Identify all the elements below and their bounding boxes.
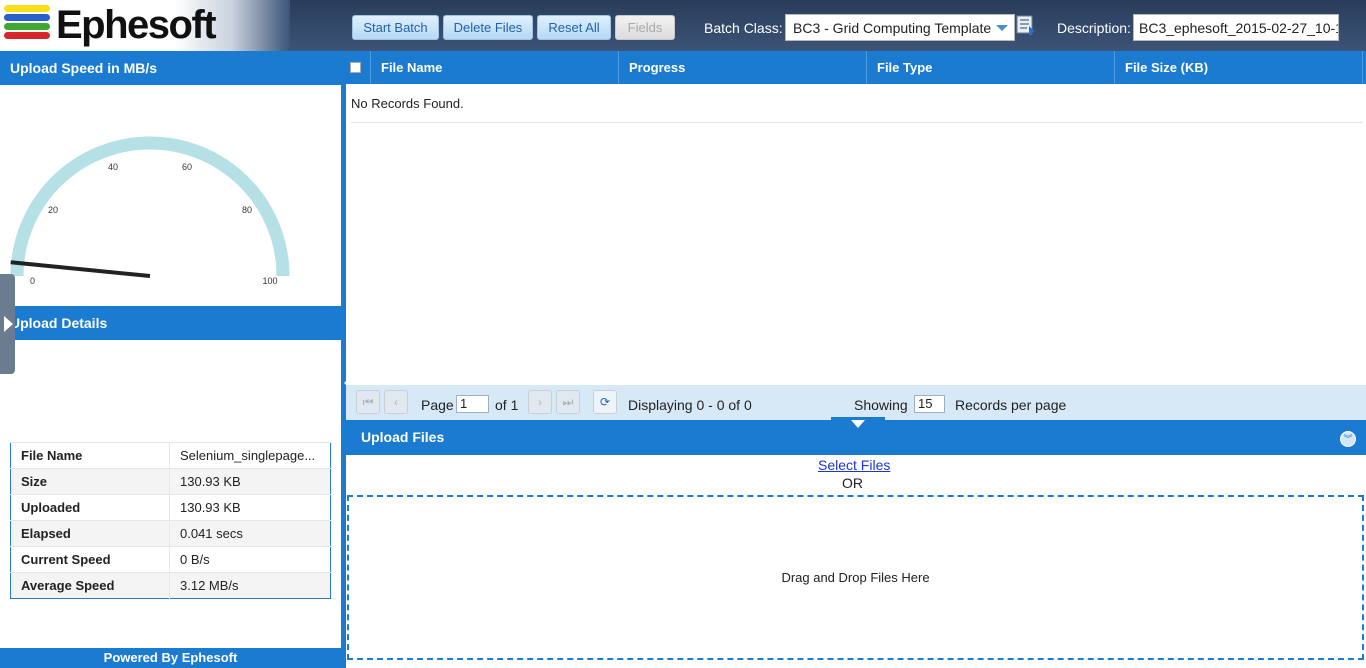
page-label: Page: [421, 397, 454, 413]
logo-text: Ephesoft: [56, 3, 217, 47]
detail-value: Selenium_singlepage...: [169, 442, 331, 469]
records-per-page-label: Records per page: [955, 397, 1067, 413]
gauge-tick-label: 40: [108, 162, 118, 172]
select-files-link[interactable]: Select Files: [818, 457, 890, 473]
logo: Ephesoft: [0, 0, 290, 51]
table-row: Average Speed 3.12 MB/s: [10, 572, 331, 599]
last-page-button[interactable]: ⏭: [556, 390, 580, 414]
gauge-tick-label: 60: [182, 162, 192, 172]
chevron-down-icon: [996, 25, 1008, 31]
gauge-tick-label: 100: [262, 276, 277, 286]
logo-stripe-red: [4, 32, 50, 39]
detail-key: Uploaded: [10, 494, 170, 521]
showing-label: Showing: [854, 397, 908, 413]
detail-value: 0 B/s: [169, 546, 331, 573]
empty-grid-message: No Records Found.: [351, 84, 1363, 123]
detail-value: 3.12 MB/s: [169, 572, 331, 599]
detail-key: Current Speed: [10, 546, 170, 573]
first-page-button[interactable]: ⏮: [356, 390, 380, 414]
app-header: Ephesoft Start Batch Delete Files Reset …: [0, 0, 1366, 51]
gauge-tick-label: 0: [30, 276, 35, 286]
upload-speed-title: Upload Speed in MB/s: [0, 51, 341, 85]
detail-key: File Name: [10, 442, 170, 469]
table-row: Elapsed 0.041 secs: [10, 520, 331, 547]
column-header-file-type[interactable]: File Type: [867, 51, 1115, 84]
gauge-needle: [10, 260, 151, 278]
powered-by-footer: Powered By Ephesoft: [0, 648, 341, 668]
batch-class-label: Batch Class:: [704, 20, 783, 36]
detail-key: Elapsed: [10, 520, 170, 547]
batch-class-select[interactable]: BC3 - Grid Computing Template: [785, 14, 1015, 41]
logo-stripe-blue: [4, 14, 50, 21]
detail-value: 130.93 KB: [169, 494, 331, 521]
upload-speed-gauge: 0 20 40 60 80 100: [10, 136, 290, 286]
upload-details-title: Upload Details: [0, 306, 341, 340]
gauge-tick-label: 80: [242, 205, 252, 215]
start-batch-button[interactable]: Start Batch: [352, 15, 439, 40]
page-total-label: of 1: [495, 397, 519, 413]
next-page-button[interactable]: ›: [528, 390, 552, 414]
column-header-file-size[interactable]: File Size (KB): [1115, 51, 1363, 84]
column-header-file-name[interactable]: File Name: [371, 51, 619, 84]
drop-zone[interactable]: Drag and Drop Files Here: [347, 495, 1364, 660]
file-grid-header: File Name Progress File Type File Size (…: [346, 51, 1366, 84]
upload-details-table: File Name Selenium_singlepage... Size 130.9…: [10, 442, 331, 599]
table-row: Current Speed 0 B/s: [10, 546, 331, 573]
table-row: Size 130.93 KB: [10, 468, 331, 495]
reset-all-button[interactable]: Reset All: [537, 15, 611, 40]
fields-button[interactable]: Fields: [615, 15, 675, 40]
left-panel-expand-handle[interactable]: [0, 274, 15, 374]
delete-files-button[interactable]: Delete Files: [443, 15, 533, 40]
drop-zone-label: Drag and Drop Files Here: [781, 570, 930, 585]
gauge-tick-label: 20: [48, 205, 58, 215]
column-header-progress[interactable]: Progress: [619, 51, 867, 84]
chevron-right-icon: [4, 316, 13, 332]
detail-value: 0.041 secs: [169, 520, 331, 547]
batch-class-value: BC3 - Grid Computing Template: [793, 20, 992, 36]
batch-class-details-icon[interactable]: [1016, 14, 1036, 36]
select-all-cell: [346, 51, 371, 84]
left-panel: Upload Speed in MB/s 0 20 40 60 80 100 U…: [0, 51, 341, 668]
select-all-checkbox[interactable]: [350, 62, 361, 73]
chevron-down-icon: [851, 420, 865, 428]
grid-pager: ⏮ ‹ Page 1 of 1 › ⏭ ⟳ Displaying 0 - 0 o…: [346, 385, 1366, 420]
prev-page-button[interactable]: ‹: [384, 390, 408, 414]
description-label: Description:: [1057, 20, 1131, 36]
detail-value: 130.93 KB: [169, 468, 331, 495]
refresh-icon[interactable]: ⟳: [593, 390, 617, 414]
description-input[interactable]: BC3_ephesoft_2015-02-27_10-19-: [1133, 14, 1339, 41]
upload-panel-resize-handle[interactable]: [831, 417, 885, 430]
displaying-label: Displaying 0 - 0 of 0: [628, 397, 752, 413]
or-separator: OR: [842, 475, 863, 491]
detail-key: Size: [10, 468, 170, 495]
records-per-page-input[interactable]: 15: [914, 395, 945, 413]
logo-stripe-green: [4, 23, 50, 30]
table-row: File Name Selenium_singlepage...: [10, 442, 331, 469]
logo-stripe-yellow: [4, 5, 50, 12]
table-row: Uploaded 130.93 KB: [10, 494, 331, 521]
file-grid-body: No Records Found.: [346, 84, 1366, 385]
detail-key: Average Speed: [10, 572, 170, 599]
collapse-upload-icon[interactable]: ︾: [1340, 431, 1356, 447]
page-number-input[interactable]: 1: [456, 395, 489, 413]
